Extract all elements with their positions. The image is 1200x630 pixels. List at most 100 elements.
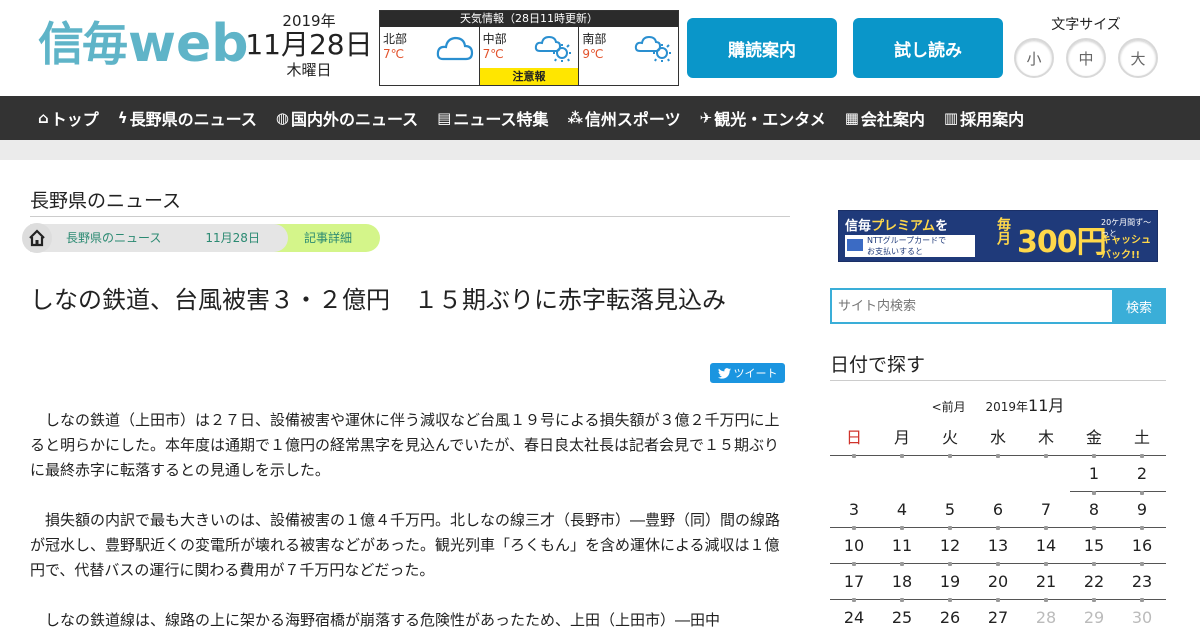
camera-icon: ✈ (699, 109, 713, 127)
date-month-day: 11月28日 (245, 28, 373, 61)
calendar-grid: 日 月 火 水 木 金 土 1 2 3 4 5 6 7 8 9 10 11 12 13 14 15 16 17 1… (830, 420, 1166, 630)
divider (30, 216, 790, 217)
calendar-day[interactable]: 12 (926, 528, 974, 566)
calendar-prev-link[interactable]: <前月 (932, 400, 966, 414)
search-input[interactable] (830, 288, 1112, 324)
calendar-title: 日付で探す (830, 354, 926, 376)
current-date: 2019年 11月28日 木曜日 (244, 14, 374, 78)
subscribe-button[interactable]: 購読案内 (687, 18, 837, 78)
breadcrumb-home[interactable] (22, 223, 52, 253)
calendar-day[interactable]: 17 (830, 564, 878, 602)
calendar-day[interactable]: 5 (926, 492, 974, 530)
nav-label: 長野県のニュース (129, 110, 257, 129)
banner-sub-line: お支払いすると (867, 247, 923, 256)
site-search: 検索 (830, 288, 1166, 324)
calendar-day[interactable]: 1 (1070, 456, 1118, 495)
article-body: しなの鉄道（上田市）は２７日、設備被害や運休に伴う減収など台風１９号による損失額… (30, 408, 790, 630)
warning-badge[interactable]: 注意報 (479, 68, 579, 85)
nav-item-world-news[interactable]: ◍ 国内外のニュース (276, 106, 418, 130)
article-paragraph: 損失額の内訳で最も大きいのは、設備被害の１億４千万円。北しなの線三才（長野市）―… (30, 511, 781, 579)
calendar-day[interactable]: 15 (1070, 528, 1118, 566)
main-nav: ⌂ トップ ϟ 長野県のニュース ◍ 国内外のニュース ▤ ニュース特集 ⁂ 信州スポーツ… (0, 96, 1200, 140)
weather-central[interactable]: 中部 7℃ 注意報 (479, 27, 580, 85)
calendar-day[interactable]: 3 (830, 492, 878, 530)
calendar-week-row: 10 11 12 13 14 15 16 (830, 528, 1166, 566)
site-logo[interactable]: 信毎 web (38, 14, 249, 70)
search-button[interactable]: 検索 (1112, 288, 1166, 324)
calendar-empty-cell (878, 456, 926, 492)
calendar-day[interactable]: 2 (1118, 456, 1166, 495)
nav-label: トップ (50, 110, 99, 129)
weather-widget[interactable]: 天気情報（28日11時更新） 北部 7℃ 中部 7℃ 注意報 南部 9℃ (379, 10, 679, 86)
calendar-day[interactable]: 14 (1022, 528, 1070, 566)
document-icon: ▤ (437, 109, 452, 127)
section-title: 長野県のニュース (30, 190, 182, 212)
calendar-day[interactable]: 8 (1070, 492, 1118, 530)
calendar-week-row: 12 (830, 456, 1166, 495)
weather-south[interactable]: 南部 9℃ (579, 27, 678, 85)
font-size-medium-button[interactable]: 中 (1066, 38, 1106, 78)
banner-subtext: NTTグループカードで お支払いすると (845, 235, 975, 257)
region-name: 北部 (383, 32, 408, 46)
calendar-day[interactable]: 20 (974, 564, 1022, 602)
calendar-day[interactable]: 11 (878, 528, 926, 566)
home-icon (29, 229, 45, 247)
article-paragraph: しなの鉄道（上田市）は２７日、設備被害や運休に伴う減収など台風１９号による損失額… (30, 411, 780, 479)
nav-label: 国内外のニュース (290, 110, 419, 129)
nav-item-nagano-news[interactable]: ϟ 長野県のニュース (118, 106, 257, 130)
calendar-day[interactable]: 18 (878, 564, 926, 602)
nav-item-tourism[interactable]: ✈ 観光・エンタメ (700, 106, 826, 130)
calendar-day[interactable]: 10 (830, 528, 878, 566)
calendar-day[interactable]: 24 (830, 600, 878, 630)
calendar-day[interactable]: 7 (1022, 492, 1070, 530)
trial-read-button[interactable]: 試し読み (853, 18, 1003, 78)
region-temp: 7℃ (482, 47, 504, 61)
calendar-day[interactable]: 25 (878, 600, 926, 630)
nav-label: 会社案内 (860, 110, 925, 129)
tweet-button[interactable]: ツイート (710, 363, 785, 383)
calendar-month: 11月 (1028, 396, 1065, 415)
calendar-day[interactable]: 27 (974, 600, 1022, 630)
nav-item-recruit[interactable]: ▥ 採用案内 (944, 106, 1024, 130)
nav-item-sports[interactable]: ⁂ 信州スポーツ (568, 106, 681, 130)
font-size-small-button[interactable]: 小 (1014, 38, 1054, 78)
calendar-empty-cell (830, 456, 878, 492)
breadcrumb-item[interactable]: 長野県のニュース (30, 224, 190, 252)
calendar-day[interactable]: 26 (926, 600, 974, 630)
calendar-day[interactable]: 22 (1070, 564, 1118, 602)
nav-label: 採用案内 (960, 110, 1025, 129)
building-icon: ▦ (844, 109, 859, 127)
calendar-empty-cell (974, 456, 1022, 492)
logo-web: web (128, 14, 249, 74)
credit-card-icon (847, 239, 863, 251)
date-weekday: 木曜日 (286, 61, 332, 79)
banner-cashback: キャッシュバック!! (1101, 235, 1151, 261)
nav-item-features[interactable]: ▤ ニュース特集 (437, 106, 548, 130)
calendar-week-row: 24 25 26 27 28 29 30 (830, 600, 1166, 630)
banner-monthly: 毎月 (995, 217, 1011, 245)
weather-title: 天気情報（28日11時更新） (380, 11, 678, 27)
calendar-day[interactable]: 21 (1022, 564, 1070, 602)
calendar-day[interactable]: 4 (878, 492, 926, 530)
weather-north[interactable]: 北部 7℃ (380, 27, 480, 85)
calendar-day[interactable]: 13 (974, 528, 1022, 566)
calendar-day[interactable]: 9 (1118, 492, 1166, 530)
region-name: 中部 (482, 32, 507, 46)
calendar-day[interactable]: 6 (974, 492, 1022, 530)
home-icon: ⌂ (38, 109, 49, 127)
font-size-large-button[interactable]: 大 (1118, 38, 1158, 78)
list-icon: ▥ (943, 109, 959, 127)
calendar-empty-cell (1022, 456, 1070, 492)
weekday-label: 金 (1070, 420, 1118, 458)
nav-item-top[interactable]: ⌂ トップ (38, 106, 99, 130)
banner-sub-line: NTTグループカードで (867, 236, 947, 245)
calendar-day: 28 (1035, 608, 1057, 627)
logo-kanji: 信毎 (38, 17, 128, 71)
weekday-label: 木 (1022, 420, 1070, 458)
calendar-day[interactable]: 19 (926, 564, 974, 602)
premium-banner[interactable]: 信毎プレミアムを NTTグループカードで お支払いすると 毎月 300円 20ケ… (838, 210, 1158, 262)
site-header: 信毎 web 2019年 11月28日 木曜日 天気情報（28日11時更新） 北… (0, 0, 1200, 96)
calendar-day[interactable]: 23 (1118, 564, 1166, 602)
nav-item-company[interactable]: ▦ 会社案内 (845, 106, 925, 130)
calendar-day[interactable]: 16 (1118, 528, 1166, 566)
